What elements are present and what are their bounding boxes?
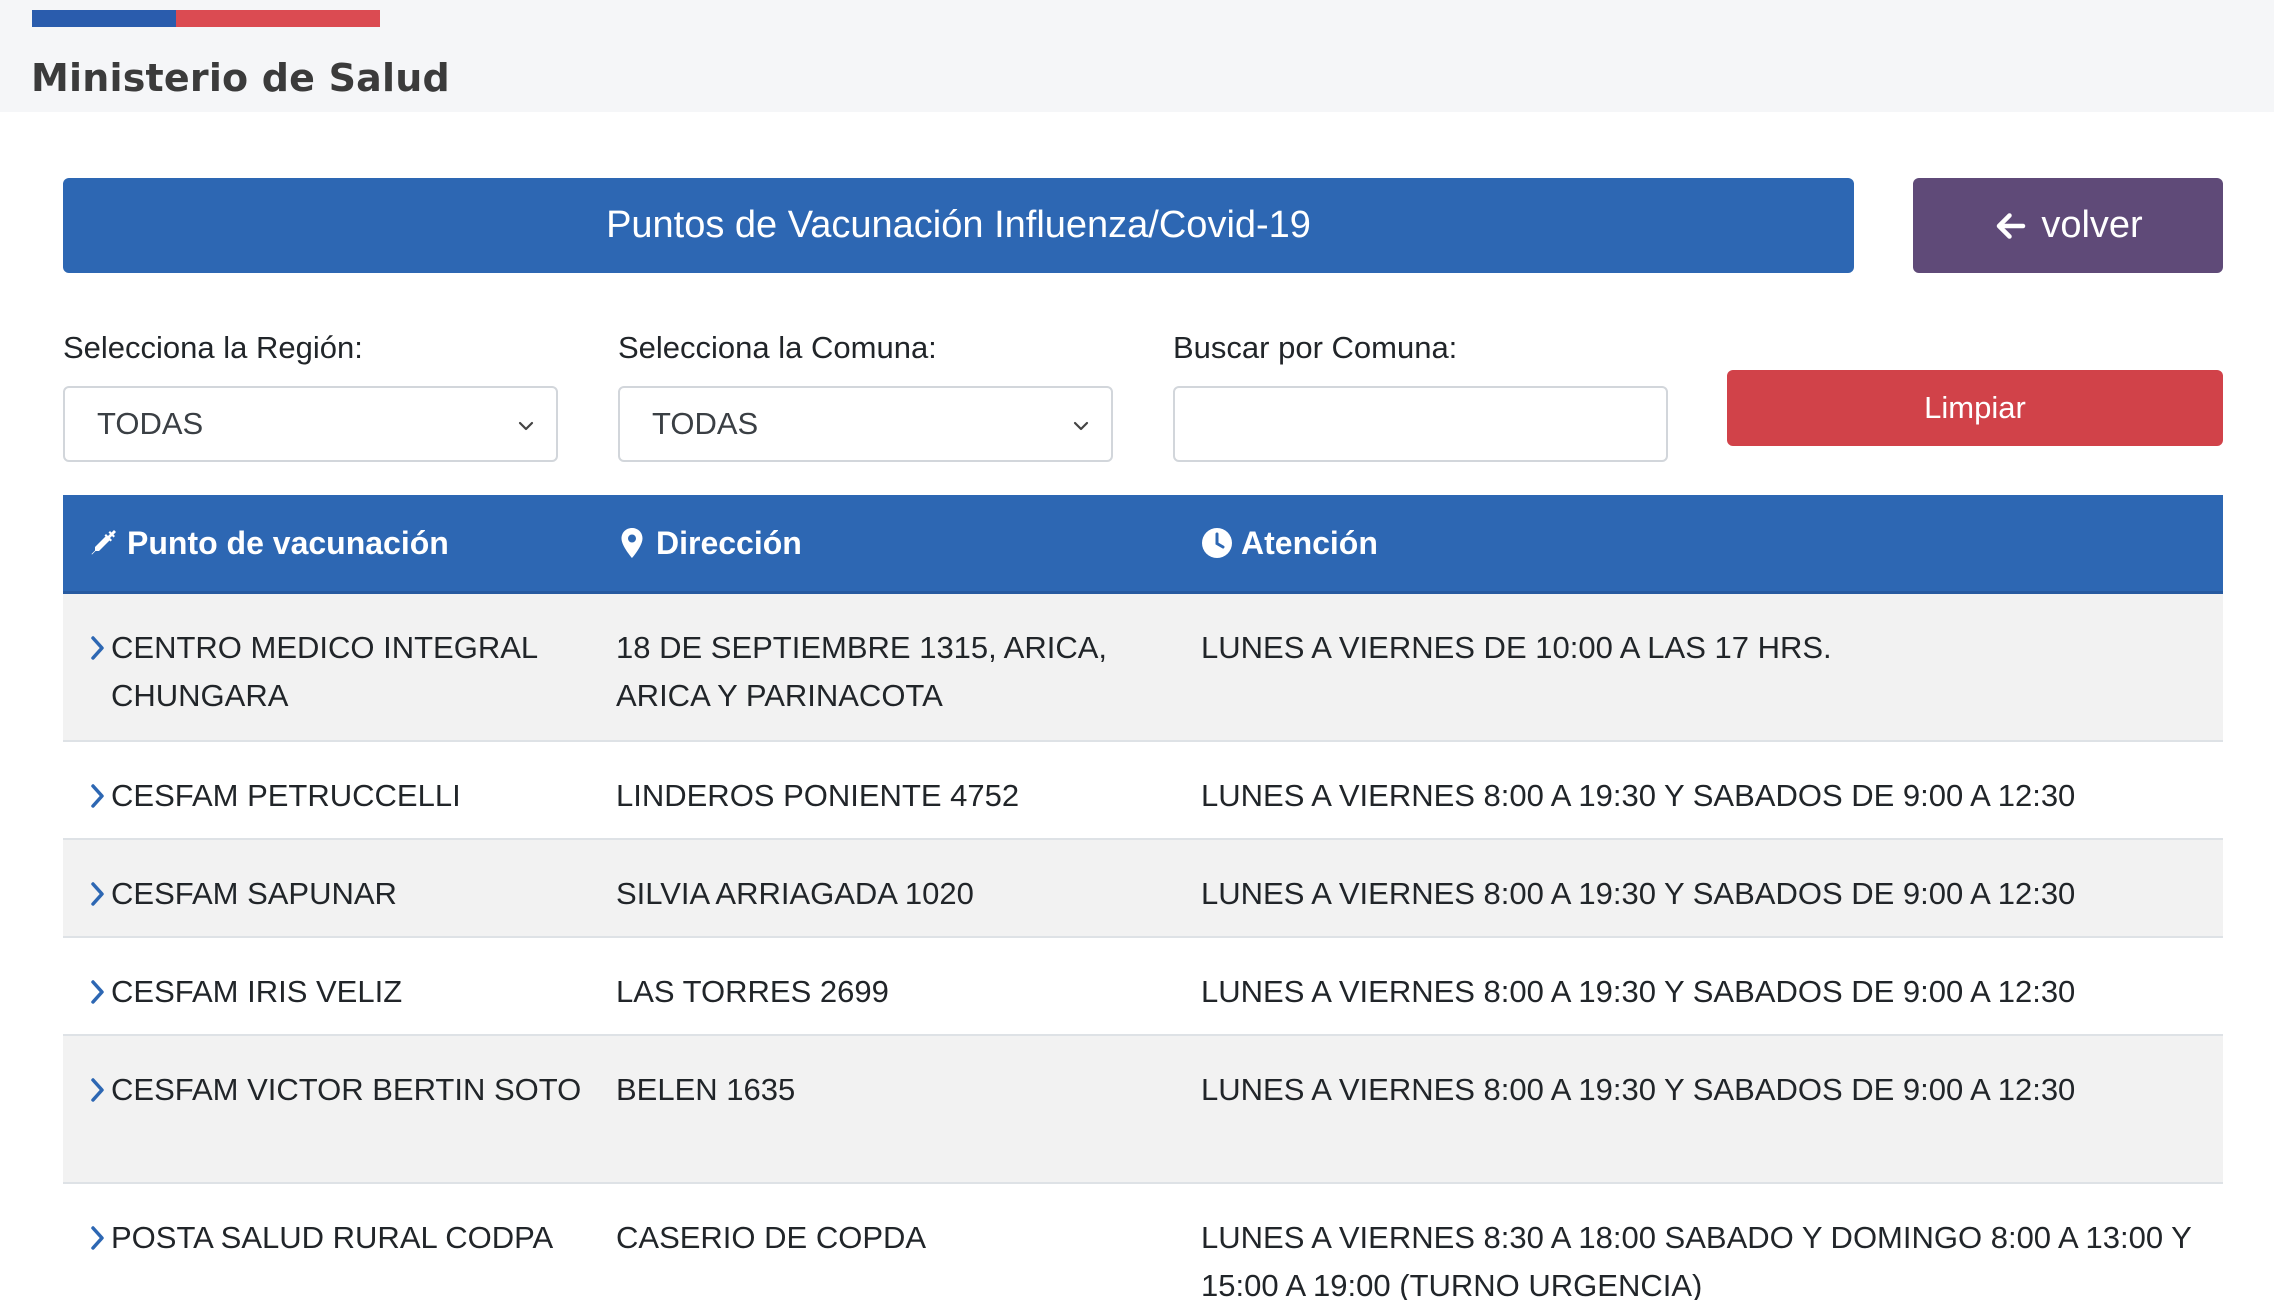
row-address: CASERIO DE COPDA: [616, 1220, 927, 1255]
top-bar: Ministerio de Salud: [0, 0, 2274, 112]
chevron-right-icon: [91, 882, 104, 906]
chile-flag-stripe: [32, 10, 380, 27]
row-name-cell: CENTRO MEDICO INTEGRAL CHUNGARA: [87, 624, 587, 720]
row-address: BELEN 1635: [616, 1072, 796, 1107]
vaccination-table: Punto de vacunación Dirección Atención C…: [63, 495, 2223, 1300]
table-row[interactable]: CESFAM PETRUCCELLI LINDEROS PONIENTE 475…: [63, 742, 2223, 840]
chevron-right-icon: [91, 1226, 104, 1250]
table-row[interactable]: CESFAM IRIS VELIZ LAS TORRES 2699 LUNES …: [63, 938, 2223, 1036]
table-row[interactable]: CESFAM SAPUNAR SILVIA ARRIAGADA 1020 LUN…: [63, 840, 2223, 938]
flag-red-segment: [176, 10, 380, 27]
clear-button-label: Limpiar: [1924, 390, 2026, 425]
header-vaccination-point: Punto de vacunación: [87, 495, 449, 591]
comuna-label: Selecciona la Comuna:: [618, 330, 937, 365]
row-name: POSTA SALUD RURAL CODPA: [111, 1220, 554, 1255]
header-hours: Atención: [1201, 495, 1378, 591]
table-header: Punto de vacunación Dirección Atención: [63, 495, 2223, 594]
row-name-cell: POSTA SALUD RURAL CODPA: [87, 1214, 587, 1262]
row-name: CENTRO MEDICO INTEGRAL CHUNGARA: [111, 630, 537, 713]
row-address: 18 DE SEPTIEMBRE 1315, ARICA, ARICA Y PA…: [616, 630, 1108, 713]
page-title-text: Puntos de Vacunación Influenza/Covid-19: [606, 204, 1311, 246]
row-hours: LUNES A VIERNES 8:00 A 19:30 Y SABADOS D…: [1201, 778, 2076, 813]
row-name-cell: CESFAM IRIS VELIZ: [87, 968, 587, 1016]
row-hours: LUNES A VIERNES 8:00 A 19:30 Y SABADOS D…: [1201, 876, 2076, 911]
header-address: Dirección: [616, 495, 802, 591]
chevron-down-icon: [518, 421, 534, 431]
page-title: Puntos de Vacunación Influenza/Covid-19: [63, 178, 1854, 273]
table-row[interactable]: POSTA SALUD RURAL CODPA CASERIO DE COPDA…: [63, 1184, 2223, 1300]
table-row[interactable]: CENTRO MEDICO INTEGRAL CHUNGARA 18 DE SE…: [63, 594, 2223, 742]
row-name-cell: CESFAM PETRUCCELLI: [87, 772, 587, 820]
row-hours: LUNES A VIERNES 8:00 A 19:30 Y SABADOS D…: [1201, 974, 2076, 1009]
row-name: CESFAM IRIS VELIZ: [111, 974, 403, 1009]
map-marker-icon: [621, 528, 643, 558]
chevron-down-icon: [1073, 421, 1089, 431]
chevron-right-icon: [91, 784, 104, 808]
row-name-cell: CESFAM VICTOR BERTIN SOTO: [87, 1066, 587, 1114]
row-name: CESFAM SAPUNAR: [111, 876, 397, 911]
header-vaccination-point-text: Punto de vacunación: [127, 524, 449, 561]
table-row[interactable]: CESFAM VICTOR BERTIN SOTO BELEN 1635 LUN…: [63, 1036, 2223, 1184]
row-name: CESFAM PETRUCCELLI: [111, 778, 461, 813]
header-hours-text: Atención: [1241, 524, 1378, 561]
row-hours: LUNES A VIERNES DE 10:00 A LAS 17 HRS.: [1201, 630, 1832, 665]
header-address-text: Dirección: [656, 524, 802, 561]
back-button-label: volver: [2041, 204, 2143, 246]
arrow-left-icon: [1997, 212, 2026, 239]
comuna-select-value: TODAS: [652, 406, 759, 441]
row-hours: LUNES A VIERNES 8:30 A 18:00 SABADO Y DO…: [1201, 1220, 2192, 1300]
ministry-logo-text[interactable]: Ministerio de Salud: [31, 56, 450, 100]
region-select[interactable]: TODAS: [63, 386, 558, 462]
search-input[interactable]: [1173, 386, 1668, 462]
back-button[interactable]: volver: [1913, 178, 2223, 273]
region-select-value: TODAS: [97, 406, 204, 441]
row-name: CESFAM VICTOR BERTIN SOTO: [111, 1072, 582, 1107]
comuna-select[interactable]: TODAS: [618, 386, 1113, 462]
row-hours: LUNES A VIERNES 8:00 A 19:30 Y SABADOS D…: [1201, 1072, 2076, 1107]
chevron-right-icon: [91, 1078, 104, 1102]
clock-icon: [1202, 528, 1232, 558]
row-name-cell: CESFAM SAPUNAR: [87, 870, 587, 918]
flag-blue-segment: [32, 10, 176, 27]
syringe-icon: [91, 530, 116, 555]
search-label: Buscar por Comuna:: [1173, 330, 1458, 365]
region-label: Selecciona la Región:: [63, 330, 363, 365]
row-address: LINDEROS PONIENTE 4752: [616, 778, 1020, 813]
row-address: LAS TORRES 2699: [616, 974, 889, 1009]
chevron-right-icon: [91, 980, 104, 1004]
row-address: SILVIA ARRIAGADA 1020: [616, 876, 974, 911]
chevron-right-icon: [91, 636, 104, 660]
clear-button[interactable]: Limpiar: [1727, 370, 2223, 446]
